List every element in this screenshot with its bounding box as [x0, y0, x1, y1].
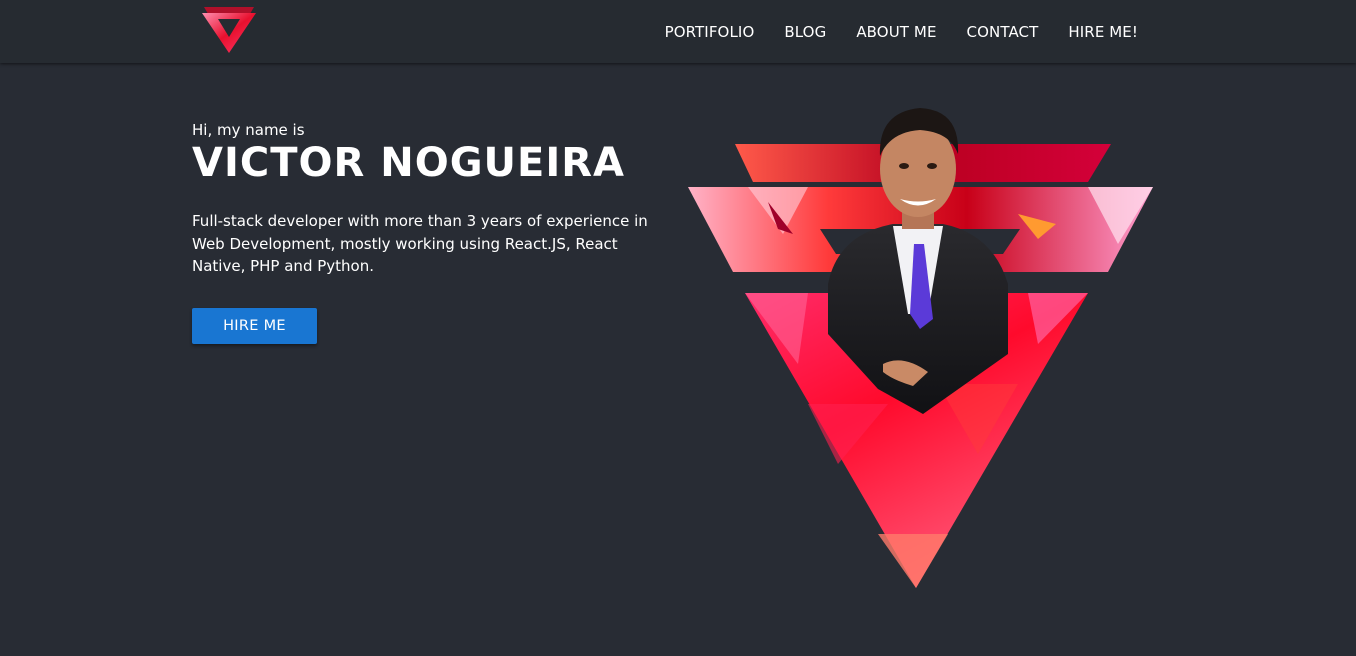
nav-item-hire-me[interactable]: HIRE ME! [1068, 23, 1138, 41]
greeting-text: Hi, my name is [192, 121, 305, 139]
hero-name: VICTOR NOGUEIRA [192, 140, 625, 186]
hire-me-button[interactable]: HIRE ME [192, 308, 317, 344]
hero-intro: Hi, my name is VICTOR NOGUEIRA Full-stac… [192, 120, 662, 278]
nav-item-contact[interactable]: CONTACT [967, 23, 1039, 41]
hero-bio: Full-stack developer with more than 3 ye… [192, 212, 648, 275]
main-nav: PORTIFOLIO BLOG ABOUT ME CONTACT HIRE ME… [665, 0, 1138, 63]
hero-portrait-image [688, 108, 1153, 588]
navbar: PORTIFOLIO BLOG ABOUT ME CONTACT HIRE ME… [0, 0, 1356, 63]
v-logo-icon[interactable] [200, 3, 258, 55]
nav-item-portfolio[interactable]: PORTIFOLIO [665, 23, 755, 41]
nav-item-blog[interactable]: BLOG [784, 23, 826, 41]
nav-item-about-me[interactable]: ABOUT ME [856, 23, 936, 41]
